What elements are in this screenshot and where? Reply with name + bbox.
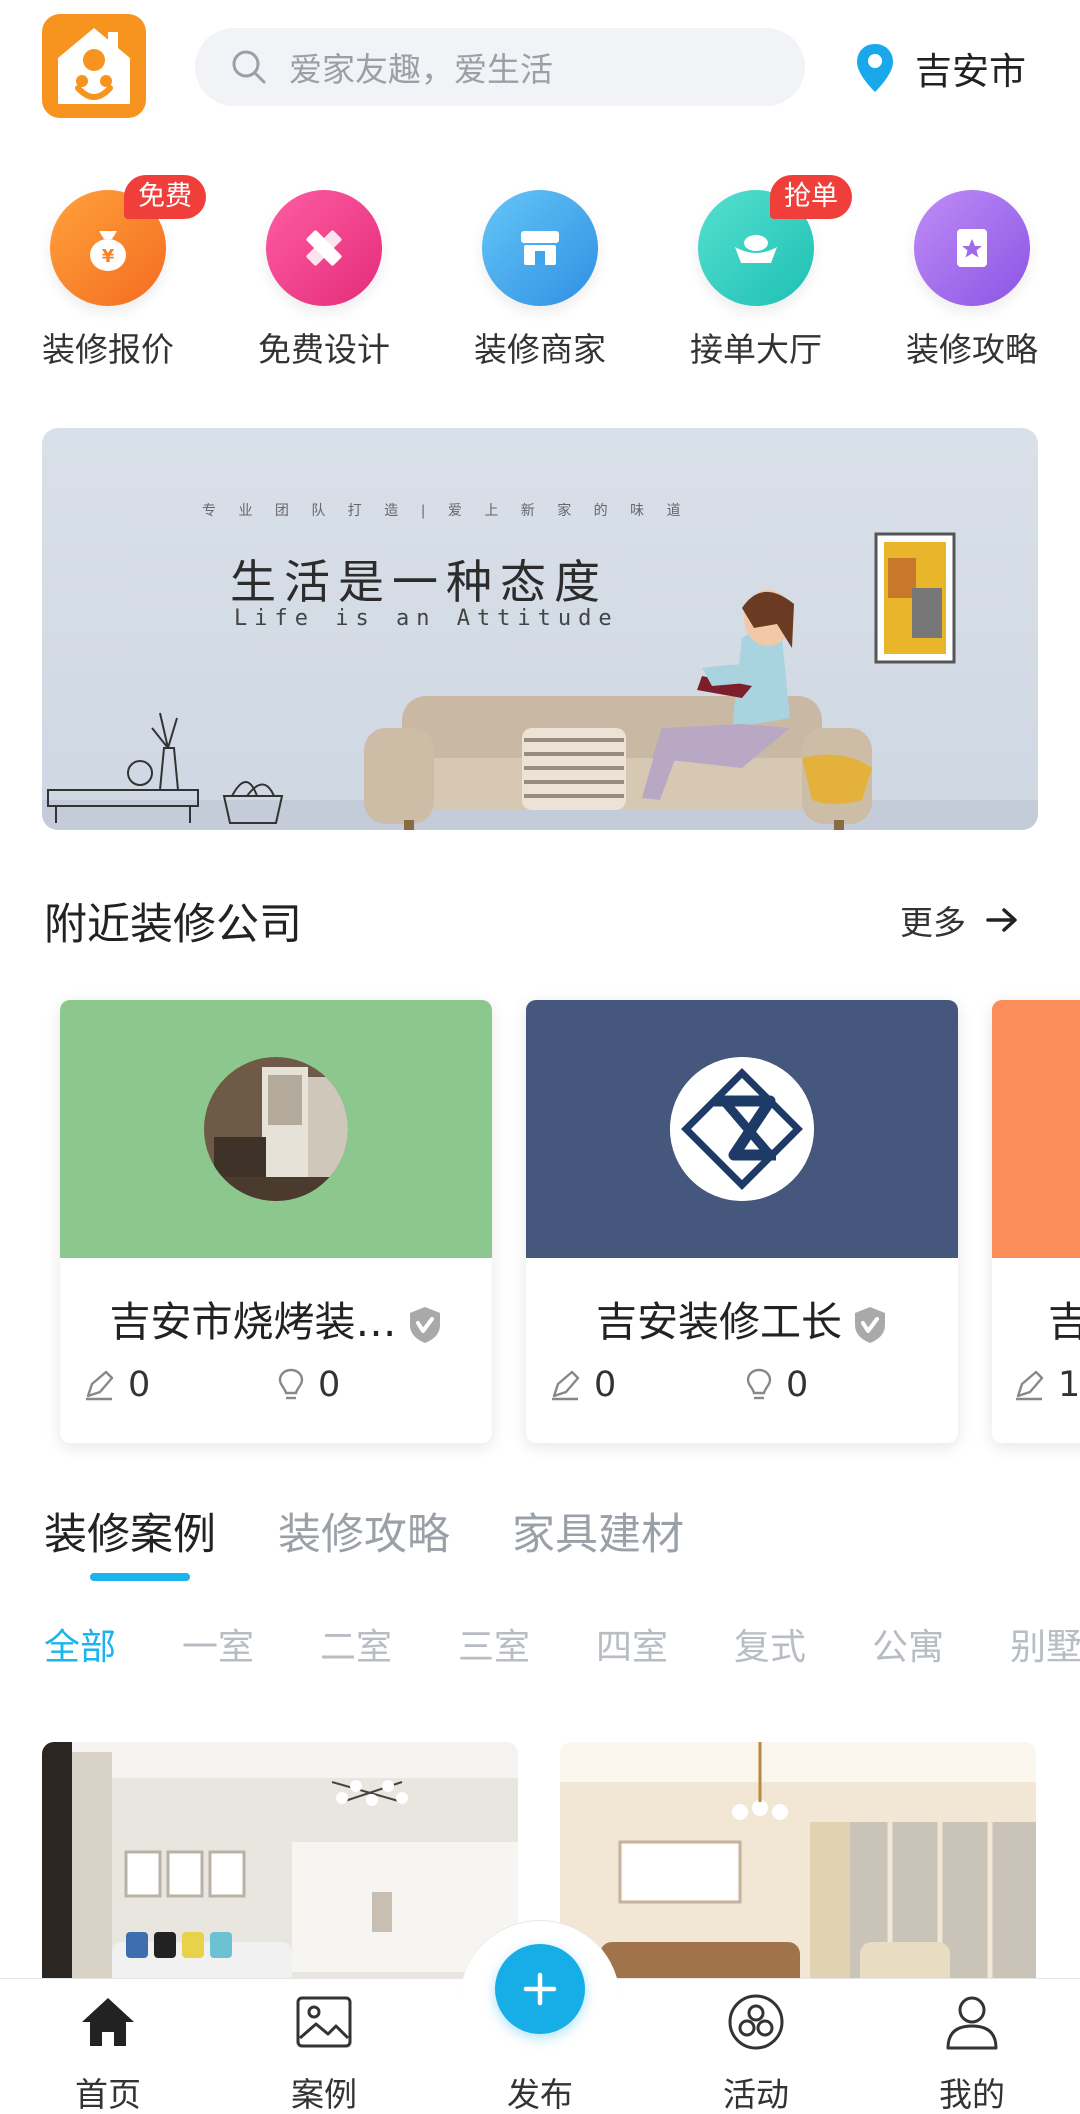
search-placeholder: 爱家友趣，爱生活 bbox=[289, 50, 553, 89]
filter-all[interactable]: 全部 bbox=[44, 1618, 116, 1668]
house-logo-icon bbox=[58, 28, 130, 104]
quote-badge: 免费 bbox=[124, 175, 206, 219]
company-name-text: 吉安市烧烤装… bbox=[109, 1298, 397, 1346]
filter-duplex[interactable]: 复式 bbox=[734, 1618, 806, 1668]
verified-shield-icon bbox=[409, 1307, 440, 1343]
city-selector[interactable]: 吉安市 bbox=[855, 38, 1026, 98]
activity-icon bbox=[728, 1994, 784, 2050]
more-link[interactable]: 更多 bbox=[900, 896, 1018, 944]
plus-icon bbox=[523, 1972, 557, 2006]
case-count: 1 bbox=[1012, 1365, 1080, 1405]
arrow-right-icon bbox=[986, 908, 1017, 932]
tip-count: 0 bbox=[744, 1365, 808, 1405]
quick-entry-merchants[interactable]: 装修商家 bbox=[432, 175, 648, 375]
quick-entry-quote[interactable]: ¥ 免费 装修报价 bbox=[0, 175, 216, 375]
nav-cases[interactable]: 案例 bbox=[216, 1992, 432, 2114]
tip-count-value: 0 bbox=[318, 1365, 341, 1405]
filter-villa[interactable]: 别墅 bbox=[1010, 1618, 1080, 1668]
quick-entry-label: 装修攻略 bbox=[906, 330, 1038, 369]
card-header bbox=[60, 1000, 492, 1258]
company-card[interactable]: 吉 1 bbox=[992, 1000, 1080, 1443]
publish-button[interactable] bbox=[495, 1944, 585, 2034]
filter-two-room[interactable]: 二室 bbox=[320, 1618, 392, 1668]
nav-home[interactable]: 首页 bbox=[0, 1992, 216, 2114]
tip-count-value: 0 bbox=[786, 1365, 809, 1405]
nav-activities[interactable]: 活动 bbox=[648, 1992, 864, 2114]
case-count-value: 0 bbox=[128, 1365, 151, 1405]
quick-entry-design[interactable]: 免费设计 bbox=[216, 175, 432, 375]
company-name: 吉 bbox=[992, 1288, 1080, 1348]
promo-banner[interactable]: 专 业 团 队 打 造 | 爱 上 新 家 的 味 道 生活是一种态度 Life… bbox=[42, 428, 1038, 830]
location-pin-icon bbox=[857, 44, 893, 92]
quick-entry-label: 装修商家 bbox=[474, 330, 606, 369]
company-name: 吉安市烧烤装… bbox=[60, 1288, 492, 1348]
company-name: 吉安装修工长 bbox=[526, 1288, 958, 1348]
quick-entry-grid: ¥ 免费 装修报价 免费设计 装修商家 抢单 接单大厅 装修攻略 bbox=[0, 175, 1080, 375]
home-icon bbox=[82, 1998, 134, 2046]
city-name: 吉安市 bbox=[915, 50, 1026, 93]
company-stats: 1 bbox=[992, 1365, 1080, 1415]
company-card[interactable]: 吉安市烧烤装… 0 0 bbox=[60, 1000, 492, 1443]
filter-four-room[interactable]: 四室 bbox=[596, 1618, 668, 1668]
nav-label: 发布 bbox=[507, 2075, 573, 2114]
company-stats: 0 0 bbox=[60, 1365, 492, 1415]
company-stats: 0 0 bbox=[526, 1365, 958, 1415]
company-name-text: 吉 bbox=[1048, 1298, 1080, 1346]
filter-one-room[interactable]: 一室 bbox=[182, 1618, 254, 1668]
search-icon bbox=[232, 50, 266, 84]
quick-entry-label: 装修报价 bbox=[42, 330, 174, 369]
room-filter-bar: 全部 一室 二室 三室 四室 复式 公寓 别墅 bbox=[44, 1618, 1080, 1668]
company-name-text: 吉安装修工长 bbox=[596, 1298, 842, 1346]
nav-label: 案例 bbox=[291, 2075, 357, 2114]
lightbulb-icon bbox=[746, 1368, 772, 1400]
case-count: 0 bbox=[548, 1365, 616, 1405]
verified-shield-icon bbox=[855, 1307, 885, 1343]
quick-entry-label: 接单大厅 bbox=[690, 330, 822, 369]
tab-cases[interactable]: 装修案例 bbox=[44, 1500, 216, 1562]
case-count-value: 1 bbox=[1058, 1365, 1080, 1405]
company-avatar bbox=[204, 1057, 348, 1201]
banner-illustration bbox=[42, 532, 1038, 830]
case-count-value: 0 bbox=[594, 1365, 617, 1405]
pencil-ruler-icon bbox=[266, 190, 382, 306]
edit-pen-icon bbox=[1016, 1370, 1044, 1401]
section-title-nearby: 附近装修公司 bbox=[44, 900, 302, 950]
tab-materials[interactable]: 家具建材 bbox=[512, 1500, 684, 1562]
quick-entry-guide[interactable]: 装修攻略 bbox=[864, 175, 1080, 375]
image-icon bbox=[296, 1996, 352, 2048]
svg-text:¥: ¥ bbox=[102, 246, 115, 267]
filter-three-room[interactable]: 三室 bbox=[458, 1618, 530, 1668]
active-tab-indicator bbox=[90, 1573, 190, 1581]
card-header bbox=[526, 1000, 958, 1258]
star-bookmark-icon bbox=[914, 190, 1030, 306]
content-tabs: 装修案例 装修攻略 家具建材 bbox=[44, 1500, 746, 1562]
nav-label: 首页 bbox=[75, 2075, 141, 2114]
lightbulb-icon bbox=[278, 1368, 304, 1400]
nav-label: 活动 bbox=[723, 2075, 789, 2114]
app-logo[interactable] bbox=[42, 14, 146, 118]
tab-guides[interactable]: 装修攻略 bbox=[278, 1500, 450, 1562]
search-input[interactable]: 爱家友趣，爱生活 bbox=[195, 28, 805, 106]
filter-apartment[interactable]: 公寓 bbox=[872, 1618, 944, 1668]
store-icon bbox=[482, 190, 598, 306]
edit-pen-icon bbox=[552, 1370, 580, 1401]
edit-pen-icon bbox=[86, 1370, 114, 1401]
card-header bbox=[992, 1000, 1080, 1258]
quick-entry-label: 免费设计 bbox=[258, 330, 390, 369]
tip-count: 0 bbox=[276, 1365, 340, 1405]
company-logo bbox=[670, 1057, 814, 1201]
company-card[interactable]: 吉安装修工长 0 0 bbox=[526, 1000, 958, 1443]
orders-badge: 抢单 bbox=[770, 175, 852, 219]
top-header: 爱家友趣，爱生活 吉安市 bbox=[0, 0, 1080, 135]
quick-entry-orders[interactable]: 抢单 接单大厅 bbox=[648, 175, 864, 375]
more-label: 更多 bbox=[900, 903, 966, 942]
nav-label: 我的 bbox=[939, 2075, 1005, 2114]
nav-profile[interactable]: 我的 bbox=[864, 1992, 1080, 2114]
case-count: 0 bbox=[82, 1365, 150, 1405]
user-icon bbox=[946, 1996, 998, 2050]
